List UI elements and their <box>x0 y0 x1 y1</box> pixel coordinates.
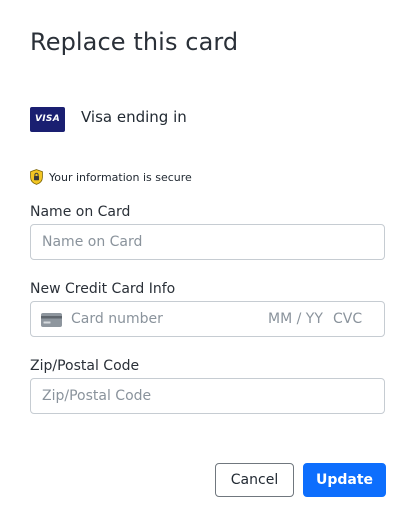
card-number-input[interactable] <box>71 302 251 336</box>
card-expiry-input[interactable] <box>268 302 330 336</box>
security-notice: Your information is secure <box>30 169 192 185</box>
cancel-button[interactable]: Cancel <box>215 463 294 497</box>
update-button[interactable]: Update <box>303 463 386 497</box>
current-card-row: VISA Visa ending in <box>30 106 187 132</box>
zip-label: Zip/Postal Code <box>30 358 140 374</box>
name-on-card-label: Name on Card <box>30 204 131 220</box>
zip-input[interactable] <box>42 379 372 413</box>
dialog-title: Replace this card <box>30 28 239 56</box>
credit-card-icon <box>41 313 62 327</box>
card-info-field-container <box>30 301 385 337</box>
card-info-label: New Credit Card Info <box>30 281 176 297</box>
name-on-card-input[interactable] <box>42 225 372 259</box>
zip-field-container <box>30 378 385 414</box>
lock-icon <box>30 169 43 185</box>
name-on-card-field-container <box>30 224 385 260</box>
card-cvc-input[interactable] <box>333 302 373 336</box>
security-text: Your information is secure <box>49 170 192 184</box>
visa-logo-icon: VISA <box>30 106 65 132</box>
card-description: Visa ending in <box>81 108 187 126</box>
